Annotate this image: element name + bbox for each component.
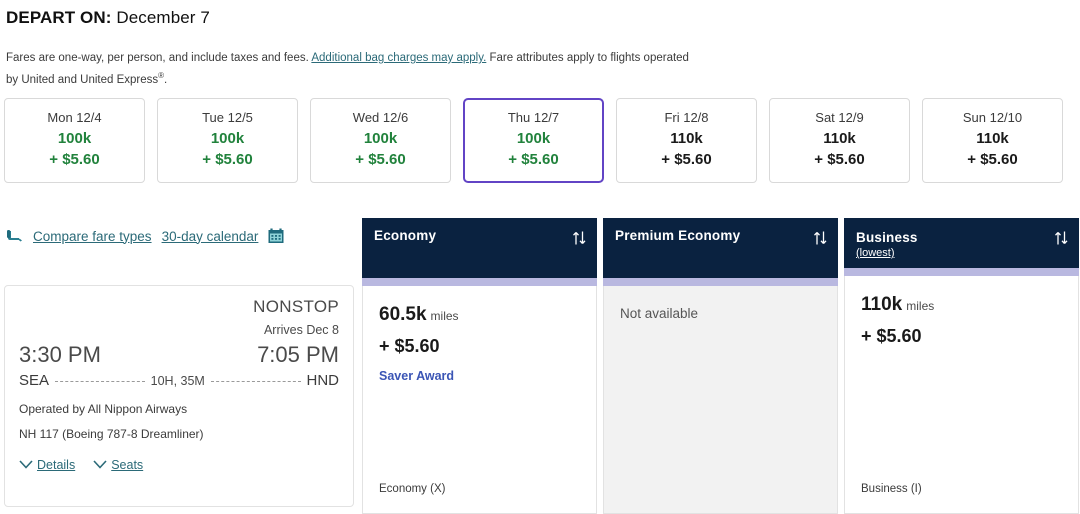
operated-by-label: Operated by All Nippon Airways — [19, 402, 188, 416]
fare-column-premium-economy: Premium Economy Not available — [603, 218, 838, 514]
date-card-sun-12-10[interactable]: Sun 12/10 110k + $5.60 — [922, 98, 1063, 183]
date-card-tue-12-5[interactable]: Tue 12/5 100k + $5.60 — [157, 98, 298, 183]
miles-unit: miles — [906, 299, 935, 313]
flight-summary-card[interactable]: NONSTOP Arrives Dec 8 3:30 PM 7:05 PM SE… — [4, 285, 354, 507]
sort-updown-icon[interactable] — [1054, 230, 1069, 246]
fare-column-business: Business (lowest) 110k miles + $5.60 Business… — [844, 218, 1079, 514]
date-card-thu-12-7[interactable]: Thu 12/7 100k + $5.60 — [463, 98, 604, 183]
chevron-down-icon — [93, 460, 107, 469]
fare-disclaimer: Fares are one-way, per person, and inclu… — [6, 50, 696, 89]
date-card-cash: + $5.60 — [49, 151, 100, 168]
flight-number-equipment: NH 117 (Boeing 787-8 Dreamliner) — [19, 427, 204, 441]
fare-cash: + $5.60 — [861, 326, 922, 346]
seats-toggle[interactable]: Seats — [93, 458, 143, 472]
sort-updown-icon[interactable] — [572, 230, 587, 246]
chevron-down-icon — [19, 460, 33, 469]
date-card-miles: 100k — [57, 130, 92, 147]
fare-cash: + $5.60 — [379, 336, 440, 356]
date-card-day: Mon 12/4 — [47, 110, 102, 125]
arrival-date-label: Arrives Dec 8 — [263, 323, 339, 337]
award-badge: Saver Award — [379, 369, 455, 383]
calendar-icon[interactable] — [268, 228, 284, 244]
route-row: SEA 10H, 35M HND — [19, 372, 339, 389]
flight-duration: 10H, 35M — [150, 373, 205, 388]
fare-title: Business — [856, 230, 918, 245]
arrival-time: 7:05 PM — [257, 342, 339, 367]
fare-class-code: Business (I) — [861, 483, 922, 495]
depart-on-label: DEPART ON: — [6, 8, 112, 27]
date-card-day: Tue 12/5 — [202, 110, 253, 125]
details-toggle[interactable]: Details — [19, 458, 75, 472]
compare-fare-types-link[interactable]: Compare fare types — [33, 229, 152, 244]
seats-link[interactable]: Seats — [111, 458, 143, 472]
fare-subtitle[interactable]: (lowest) — [856, 247, 1067, 259]
date-card-miles: 110k — [823, 130, 856, 147]
date-card-day: Sat 12/9 — [815, 110, 864, 125]
origin-airport-code: SEA — [19, 372, 50, 389]
date-card-day: Fri 12/8 — [664, 110, 709, 125]
page-title: DEPART ON: December 7 — [6, 8, 210, 28]
stops-label: NONSTOP — [253, 297, 339, 316]
flight-results-page: DEPART ON: December 7 Fares are one-way,… — [0, 0, 1080, 514]
date-card-miles: 100k — [516, 130, 551, 147]
date-card-day: Sun 12/10 — [962, 110, 1023, 125]
disclaimer-text-before: Fares are one-way, per person, and inclu… — [6, 52, 312, 64]
sort-updown-icon[interactable] — [813, 230, 828, 246]
fare-tools-row: Compare fare types 30-day calendar — [6, 228, 284, 244]
date-card-cash: + $5.60 — [202, 151, 253, 168]
date-card-cash: + $5.60 — [508, 151, 559, 168]
date-card-mon-12-4[interactable]: Mon 12/4 100k + $5.60 — [4, 98, 145, 183]
fare-class-code: Economy (X) — [379, 483, 446, 495]
fare-header: Business (lowest) — [844, 218, 1079, 268]
disclaimer-period: . — [164, 73, 168, 86]
date-card-wed-12-6[interactable]: Wed 12/6 100k + $5.60 — [310, 98, 451, 183]
fare-body: Not available — [603, 286, 838, 514]
fare-miles: 60.5k miles — [379, 304, 459, 325]
date-card-day: Thu 12/7 — [507, 110, 560, 125]
date-card-cash: + $5.60 — [355, 151, 406, 168]
route-line-right — [210, 381, 301, 382]
thirty-day-calendar-link[interactable]: 30-day calendar — [162, 229, 259, 244]
date-card-fri-12-8[interactable]: Fri 12/8 110k + $5.60 — [616, 98, 757, 183]
fare-body[interactable]: 110k miles + $5.60 Business (I) — [844, 276, 1079, 514]
destination-airport-code: HND — [306, 372, 340, 389]
date-card-miles: 100k — [210, 130, 245, 147]
route-line-left — [55, 381, 145, 382]
fare-title: Premium Economy — [615, 228, 741, 243]
miles-unit: miles — [430, 309, 459, 323]
date-card-day: Wed 12/6 — [352, 110, 409, 125]
fare-miles: 110k miles — [861, 294, 935, 315]
date-card-cash: + $5.60 — [967, 151, 1018, 168]
departure-time: 3:30 PM — [19, 342, 101, 367]
bag-charges-link[interactable]: Additional bag charges may apply. — [311, 52, 486, 64]
fare-header: Economy — [362, 218, 597, 278]
fare-accent-bar — [603, 278, 838, 286]
date-card-miles: 100k — [363, 130, 398, 147]
fare-body[interactable]: 60.5k miles + $5.60 Saver Award Economy (X) — [362, 286, 597, 514]
seat-icon — [6, 229, 23, 244]
flight-times-row: 3:30 PM 7:05 PM — [19, 342, 339, 368]
fare-title: Economy — [374, 228, 437, 243]
depart-date: December 7 — [116, 8, 210, 27]
fare-columns: Economy 60.5k miles + $5.60 Saver Award Econo… — [362, 218, 1080, 514]
fare-unavailable-text: Not available — [620, 306, 699, 321]
date-card-miles: 110k — [670, 130, 703, 147]
fare-accent-bar — [362, 278, 597, 286]
date-card-sat-12-9[interactable]: Sat 12/9 110k + $5.60 — [769, 98, 910, 183]
fare-accent-bar — [844, 268, 1079, 276]
fare-header: Premium Economy — [603, 218, 838, 278]
details-link[interactable]: Details — [37, 458, 75, 472]
date-card-cash: + $5.60 — [661, 151, 712, 168]
card-actions: Details Seats — [19, 458, 143, 472]
date-card-cash: + $5.60 — [814, 151, 865, 168]
date-card-miles: 110k — [976, 130, 1009, 147]
fare-column-economy: Economy 60.5k miles + $5.60 Saver Award Econo… — [362, 218, 597, 514]
date-selector-strip: Mon 12/4 100k + $5.60 Tue 12/5 100k + $5.60 We… — [4, 98, 1076, 186]
